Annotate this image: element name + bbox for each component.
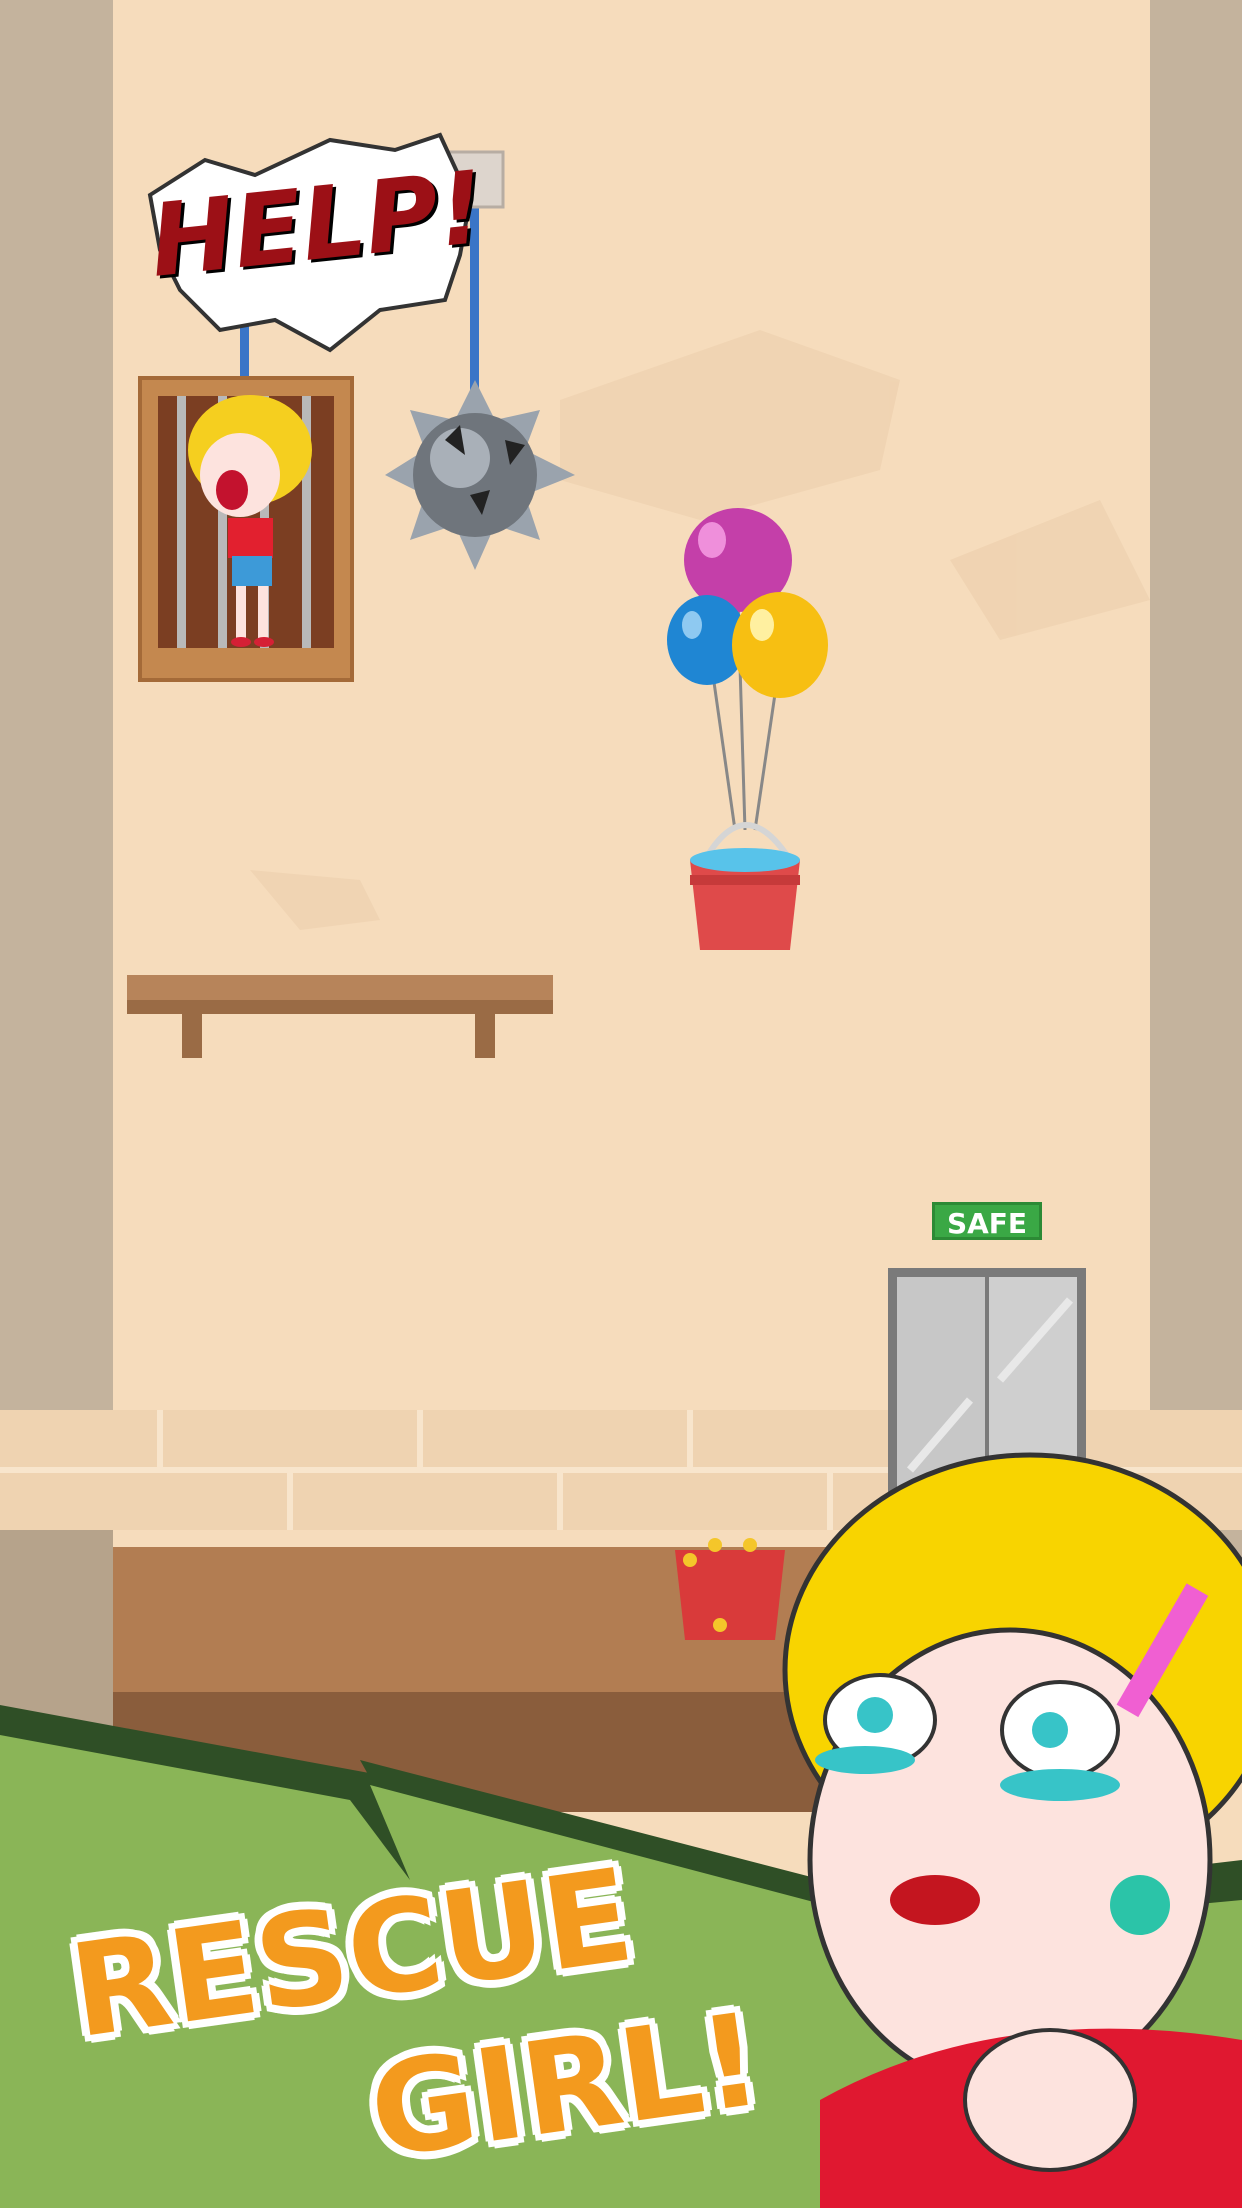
firecracker-icon [675,1538,785,1640]
crying-girl-icon [782,1452,1242,2208]
safe-sign: SAFE [932,1202,1042,1240]
